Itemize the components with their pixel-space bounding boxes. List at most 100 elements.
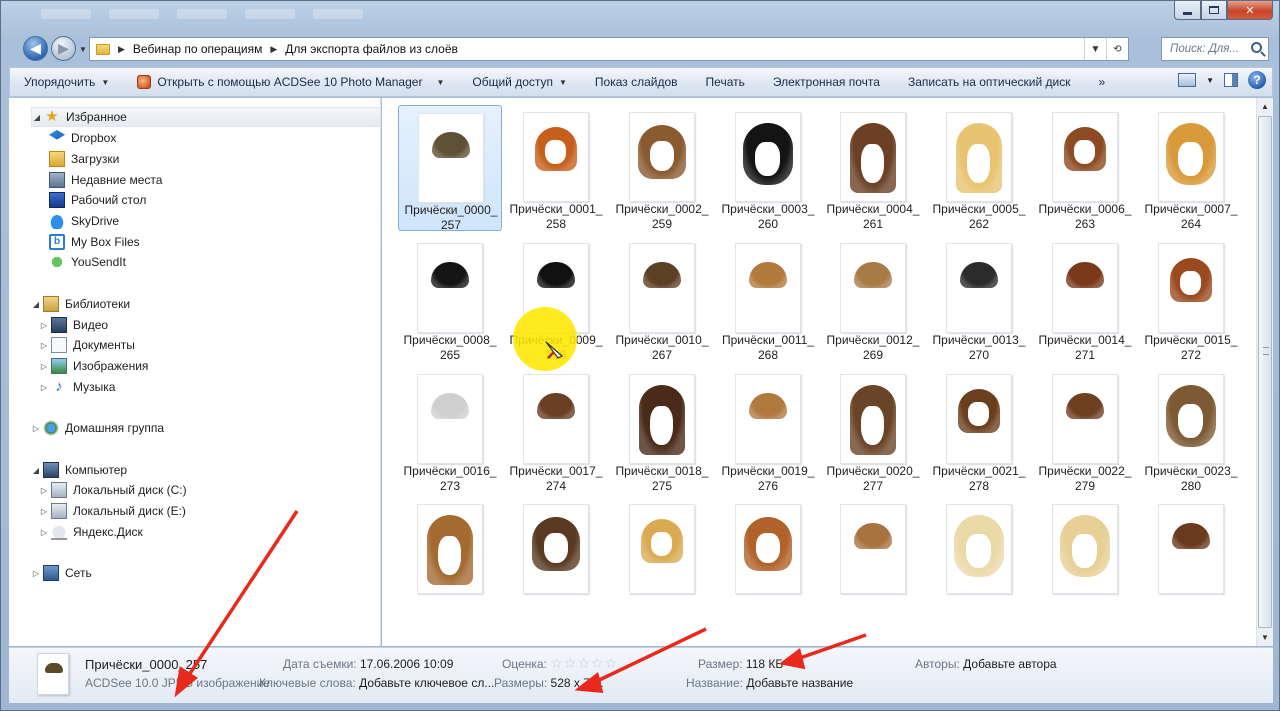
file-tile[interactable]: Причёски_0016_ 273 [398, 367, 502, 493]
nav-recent-places[interactable]: Недавние места [49, 170, 162, 190]
nav-drive-e[interactable]: ▷ Локальный диск (E:) [39, 501, 186, 521]
file-tile[interactable]: Причёски_0012_ 269 [821, 236, 925, 362]
file-tile[interactable]: Причёски_0014_ 271 [1033, 236, 1137, 362]
nav-video[interactable]: ▷ Видео [39, 315, 108, 335]
expand-arrow-icon[interactable]: ▷ [39, 341, 49, 350]
file-tile[interactable]: Причёски_0007_ 264 [1139, 105, 1243, 231]
scroll-down-icon[interactable]: ▼ [1257, 629, 1273, 646]
file-tile[interactable]: Причёски_0003_ 260 [716, 105, 820, 231]
more-commands-button[interactable]: » [1084, 68, 1119, 96]
breadcrumb-export-folder[interactable]: Для экспорта файлов из слоёв [285, 42, 458, 56]
nav-libraries[interactable]: ◢ Библиотеки [31, 294, 130, 314]
email-button[interactable]: Электронная почта [759, 68, 894, 96]
expand-arrow-icon[interactable]: ◢ [31, 300, 41, 309]
print-button[interactable]: Печать [692, 68, 759, 96]
file-tile[interactable]: Причёски_0019_ 276 [716, 367, 820, 493]
search-input[interactable]: Поиск: Для... [1161, 37, 1269, 61]
forward-button[interactable]: ▶ [51, 36, 76, 61]
file-tile[interactable]: Причёски_0011_ 268 [716, 236, 820, 362]
vertical-scrollbar[interactable]: ▲ ▼ [1256, 98, 1273, 646]
nav-music[interactable]: ▷ ♪ Музыка [39, 377, 116, 397]
close-button[interactable]: ✕ [1227, 1, 1273, 20]
keywords-value[interactable]: Добавьте ключевое сл... [359, 676, 494, 690]
chevron-right-icon[interactable]: ▶ [118, 44, 125, 55]
nav-computer[interactable]: ◢ Компьютер [31, 460, 127, 480]
file-tile[interactable]: Причёски_0018_ 275 [610, 367, 714, 493]
file-tile[interactable] [398, 497, 502, 623]
file-tile[interactable]: Причёски_0006_ 263 [1033, 105, 1137, 231]
file-tile[interactable] [716, 497, 820, 623]
nav-network[interactable]: ▷ Сеть [31, 563, 92, 583]
nav-skydrive[interactable]: SkyDrive [49, 211, 119, 231]
expand-arrow-icon[interactable]: ▷ [31, 569, 41, 578]
nav-yousendit[interactable]: YouSendIt [49, 252, 126, 272]
file-tile[interactable]: Причёски_0017_ 274 [504, 367, 608, 493]
nav-yandex-disk[interactable]: ▷ Яндекс.Диск [39, 522, 143, 542]
hairstyle-image [1066, 262, 1104, 288]
nav-drive-c[interactable]: ▷ Локальный диск (C:) [39, 480, 187, 500]
address-bar[interactable]: ▶ Вебинар по операциям ▶ Для экспорта фа… [89, 37, 1129, 61]
back-button[interactable]: ◀ [23, 36, 48, 61]
nav-desktop[interactable]: Рабочий стол [49, 190, 146, 210]
file-tile[interactable]: Причёски_0008_ 265 [398, 236, 502, 362]
expand-arrow-icon[interactable]: ▷ [39, 507, 49, 516]
file-name-label: Причёски_0021_ 278 [927, 464, 1031, 494]
change-view-icon[interactable] [1178, 73, 1197, 87]
file-tile[interactable]: Причёски_0021_ 278 [927, 367, 1031, 493]
chevron-down-icon[interactable]: ▼ [1206, 76, 1214, 85]
open-with-button[interactable]: Открыть с помощью ACDSee 10 Photo Manage… [123, 68, 458, 96]
help-icon[interactable]: ? [1248, 71, 1266, 89]
minimize-button[interactable] [1174, 1, 1201, 20]
refresh-icon[interactable]: ⟲ [1106, 38, 1128, 60]
expand-arrow-icon[interactable]: ◢ [31, 466, 41, 475]
file-tile[interactable] [1033, 497, 1137, 623]
file-tile[interactable] [1139, 497, 1243, 623]
chevron-right-icon[interactable]: ▶ [270, 44, 277, 55]
file-tile[interactable]: Причёски_0023_ 280 [1139, 367, 1243, 493]
file-tile[interactable]: Причёски_0001_ 258 [504, 105, 608, 231]
file-tile[interactable]: Причёски_0010_ 267 [610, 236, 714, 362]
authors-value[interactable]: Добавьте автора [963, 657, 1056, 671]
file-tile[interactable]: Причёски_0013_ 270 [927, 236, 1031, 362]
slideshow-button[interactable]: Показ слайдов [581, 68, 692, 96]
expand-arrow-icon[interactable]: ▷ [39, 321, 49, 330]
recent-pages-dropdown[interactable]: ▼ [79, 45, 87, 54]
expand-arrow-icon[interactable]: ▷ [39, 383, 49, 392]
nav-dropbox[interactable]: Dropbox [49, 128, 116, 148]
date-value[interactable]: 17.06.2006 10:09 [360, 657, 453, 671]
expand-arrow-icon[interactable]: ▷ [39, 486, 49, 495]
scroll-up-icon[interactable]: ▲ [1257, 98, 1273, 115]
scrollbar-thumb[interactable] [1258, 116, 1272, 628]
nav-documents[interactable]: ▷ Документы [39, 335, 135, 355]
file-tile[interactable] [821, 497, 925, 623]
breadcrumb-webinar[interactable]: Вебинар по операциям [133, 42, 262, 56]
address-dropdown[interactable]: ▼ [1084, 38, 1106, 60]
title-value[interactable]: Добавьте название [746, 676, 853, 690]
nav-downloads[interactable]: Загрузки [49, 149, 119, 169]
file-tile[interactable]: Причёски_0015_ 272 [1139, 236, 1243, 362]
organize-button[interactable]: Упорядочить ▼ [10, 68, 123, 96]
file-tile[interactable]: Причёски_0002_ 259 [610, 105, 714, 231]
file-tile[interactable]: Причёски_0020_ 277 [821, 367, 925, 493]
preview-pane-icon[interactable] [1224, 73, 1238, 87]
expand-arrow-icon[interactable]: ◢ [32, 113, 42, 122]
burn-button[interactable]: Записать на оптический диск [894, 68, 1085, 96]
expand-arrow-icon[interactable]: ▷ [39, 362, 49, 371]
nav-favorites[interactable]: ◢ ★ Избранное [31, 107, 381, 127]
file-tile[interactable] [927, 497, 1031, 623]
navigation-pane: ◢ ★ Избранное Dropbox Загрузки Недавние ме… [9, 98, 381, 646]
file-tile[interactable]: Причёски_0022_ 279 [1033, 367, 1137, 493]
nav-my-box-files[interactable]: b My Box Files [49, 232, 140, 252]
rating-stars[interactable]: ☆☆☆☆☆ [550, 655, 618, 672]
file-tile[interactable] [504, 497, 608, 623]
expand-arrow-icon[interactable]: ▷ [39, 528, 49, 537]
file-tile[interactable]: Причёски_0000_ 257 [398, 105, 502, 232]
nav-homegroup[interactable]: ▷ Домашняя группа [31, 418, 164, 438]
expand-arrow-icon[interactable]: ▷ [31, 424, 41, 433]
share-button[interactable]: Общий доступ ▼ [458, 68, 581, 96]
file-tile[interactable]: Причёски_0005_ 262 [927, 105, 1031, 231]
file-tile[interactable] [610, 497, 714, 623]
file-tile[interactable]: Причёски_0004_ 261 [821, 105, 925, 231]
nav-images[interactable]: ▷ Изображения [39, 356, 148, 376]
maximize-button[interactable] [1201, 1, 1227, 20]
